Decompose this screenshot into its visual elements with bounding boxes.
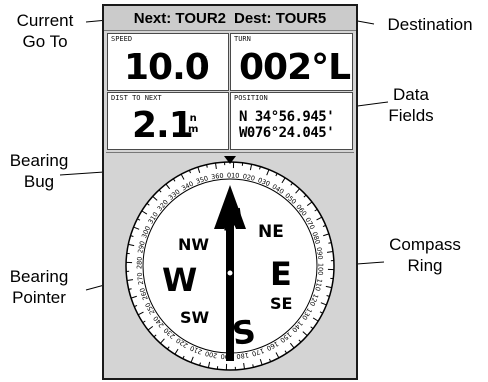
position-latitude: N 34°56.945' — [239, 109, 335, 125]
callout-compass-ring: Compass Ring — [382, 234, 468, 276]
next-label: Next: — [133, 9, 172, 27]
compass-tick — [206, 164, 208, 168]
dest-label: Dest: — [234, 9, 272, 27]
compass-tick — [128, 288, 132, 290]
callout-destination: Destination — [374, 14, 486, 35]
compass-area: 010 020 030 040 050 060 070 080 090 100 110 120 130 1… — [106, 152, 354, 377]
callout-current-go-to: Current Go To — [2, 10, 88, 52]
compass-degree-label: 270 — [136, 272, 146, 285]
compass-e: E — [270, 255, 292, 293]
callout-bearing-pointer: Bearing Pointer — [0, 266, 78, 308]
bearing-pointer-pivot — [227, 270, 233, 276]
speed-label: SPEED — [111, 35, 133, 43]
next-waypoint: TOUR2 — [175, 9, 226, 27]
dist-to-next-value: 2.1 — [132, 105, 194, 146]
callout-bearing-bug-line2: Bug — [23, 172, 55, 191]
speed-value: 10.0 — [124, 47, 210, 88]
compass-tick — [328, 242, 332, 244]
speed-field[interactable]: SPEED 10.0 k t — [107, 33, 229, 91]
turn-field[interactable]: TURN 002°L — [230, 33, 353, 91]
turn-value: 002°L — [239, 47, 351, 88]
compass-sw: SW — [180, 308, 210, 327]
gps-screen: Next: TOUR2 Dest: TOUR5 SPEED 10.0 k t T… — [102, 4, 358, 380]
position-label: POSITION — [234, 94, 268, 102]
destination: Dest: TOUR5 — [234, 10, 326, 27]
compass-degree-label: 010 — [227, 171, 240, 179]
callout-compass-ring-line2: Ring — [407, 256, 443, 275]
callout-bearing-pointer-line1: Bearing — [9, 267, 69, 286]
compass-nw: NW — [178, 235, 209, 254]
compass-tick — [252, 364, 254, 368]
position-field[interactable]: POSITION N 34°56.945' W076°24.045' — [230, 92, 353, 150]
compass-se: SE — [270, 294, 292, 313]
speed-unit-top: k — [200, 54, 207, 65]
callout-bearing-pointer-line2: Pointer — [12, 288, 66, 307]
dest-waypoint: TOUR5 — [275, 9, 327, 27]
current-go-to: Next: TOUR2 — [134, 10, 226, 27]
speed-unit: k t — [200, 54, 207, 76]
dist-unit-bottom: m — [188, 124, 199, 135]
dist-to-next-label: DIST TO NEXT — [111, 94, 162, 102]
compass-w: W — [162, 261, 197, 299]
route-status-bar: Next: TOUR2 Dest: TOUR5 — [104, 6, 356, 31]
callout-compass-ring-line1: Compass — [389, 235, 461, 254]
compass-degree-label: 100 — [316, 263, 324, 276]
dist-unit: n m — [188, 113, 198, 135]
compass-degree-label: 090 — [315, 247, 325, 260]
turn-label: TURN — [234, 35, 251, 43]
compass-degree-label: 360 — [211, 172, 224, 182]
compass-degree-label: 280 — [135, 256, 143, 269]
callout-data-fields: Data Fields — [376, 84, 446, 126]
callout-bearing-bug-line1: Bearing — [9, 151, 69, 170]
compass-ne: NE — [258, 222, 284, 242]
dist-unit-top: n — [189, 113, 197, 124]
callout-bearing-bug: Bearing Bug — [0, 150, 78, 192]
callout-data-fields-line2: Fields — [388, 106, 434, 125]
speed-unit-bottom: t — [200, 65, 206, 76]
callout-data-fields-line1: Data — [393, 85, 429, 104]
compass-n: N — [218, 202, 246, 238]
position-longitude: W076°24.045' — [239, 125, 335, 141]
compass-ring: 010 020 0300400500600700800901001101201301… — [125, 156, 335, 371]
callout-destination-text: Destination — [387, 15, 473, 34]
callout-current-go-to-line1: Current — [16, 11, 74, 30]
callout-current-go-to-line2: Go To — [22, 32, 68, 51]
dist-to-next-field[interactable]: DIST TO NEXT 2.1 n m — [107, 92, 229, 150]
